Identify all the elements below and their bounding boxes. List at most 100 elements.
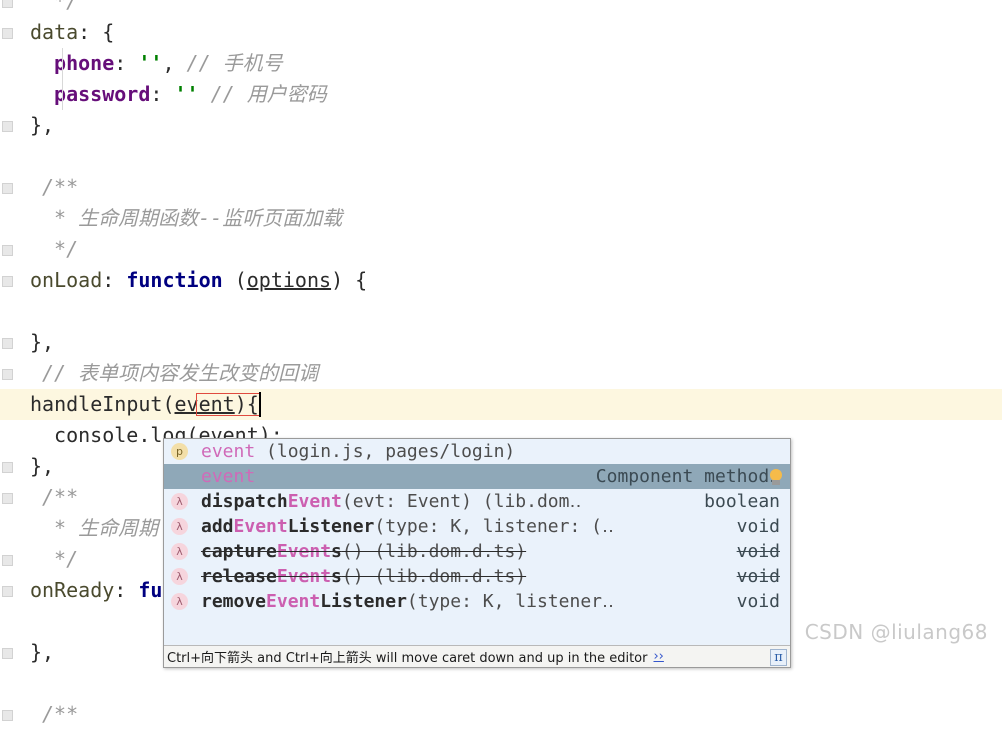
- autocomplete-item-match: Event: [276, 541, 332, 562]
- code-token-punct: {: [102, 20, 115, 44]
- code-token-punct: },: [30, 330, 55, 354]
- autocomplete-item[interactable]: λ dispatchEvent(evt: Event) (lib.dom‥ bool…: [164, 489, 790, 514]
- code-line[interactable]: onReady: fu: [30, 575, 162, 606]
- fold-marker[interactable]: [2, 493, 13, 504]
- text-caret: [259, 392, 262, 417]
- code-line[interactable]: /**: [42, 172, 78, 203]
- autocomplete-item[interactable]: λ captureEvents() (lib.dom.d.ts) void: [164, 539, 790, 564]
- autocomplete-item-name: dispatch: [201, 491, 288, 512]
- code-token-comment: /**: [42, 702, 79, 726]
- lightbulb-icon[interactable]: [768, 469, 784, 487]
- code-line[interactable]: */: [42, 544, 78, 575]
- fold-marker[interactable]: [2, 369, 13, 380]
- code-line[interactable]: },: [30, 451, 54, 482]
- autocomplete-item-name: release: [201, 566, 277, 587]
- autocomplete-item[interactable]: p event (login.js, pages/login): [164, 439, 790, 464]
- code-token-punct: },: [30, 454, 55, 478]
- code-line[interactable]: // 表单项内容发生改变的回调: [42, 358, 318, 389]
- pi-badge-icon[interactable]: π: [770, 649, 787, 666]
- no-icon: [171, 468, 188, 485]
- method-icon: λ: [171, 518, 188, 535]
- code-line[interactable]: * 生命周期: [42, 513, 158, 544]
- code-token-punct: :: [102, 268, 127, 292]
- autocomplete-item-type: boolean: [704, 491, 780, 512]
- autocomplete-item-label: releaseEvents() (lib.dom.d.ts): [201, 564, 737, 589]
- code-token-punct: ) {: [331, 268, 368, 292]
- code-token-punct: },: [30, 640, 55, 664]
- indent-guide: [62, 48, 64, 110]
- autocomplete-item-label: event (login.js, pages/login): [201, 439, 780, 464]
- autocomplete-item-match: Event: [276, 566, 332, 587]
- property-icon: p: [171, 443, 188, 460]
- fold-marker[interactable]: [2, 121, 13, 132]
- editor-gutter[interactable]: [0, 0, 14, 721]
- code-token-comment: */: [42, 237, 79, 261]
- method-icon: λ: [171, 568, 188, 585]
- fold-marker[interactable]: [2, 276, 13, 287]
- autocomplete-item-name-tail: Listener: [320, 591, 407, 612]
- autocomplete-item-signature: () (lib.dom.d.ts): [341, 566, 527, 587]
- code-line[interactable]: },: [30, 327, 54, 358]
- autocomplete-item[interactable]: λ removeEventListener(type: K, listener‥ v…: [164, 589, 790, 614]
- code-token-punct: (: [222, 268, 247, 292]
- code-line[interactable]: },: [30, 110, 54, 141]
- code-line[interactable]: /**: [42, 482, 78, 513]
- code-line[interactable]: },: [30, 637, 54, 668]
- autocomplete-item-name: event: [201, 466, 256, 487]
- autocomplete-item-name: add: [201, 516, 234, 537]
- autocomplete-item-label: captureEvents() (lib.dom.d.ts): [201, 539, 737, 564]
- code-line[interactable]: data: {: [30, 17, 114, 48]
- autocomplete-item-name: capture: [201, 541, 277, 562]
- autocomplete-hint-bar: Ctrl+向下箭头 and Ctrl+向上箭头 will move caret …: [164, 645, 790, 667]
- fold-marker[interactable]: [2, 555, 13, 566]
- code-line[interactable]: password: '' // 用户密码: [54, 79, 327, 110]
- fold-marker[interactable]: [2, 28, 13, 39]
- fold-marker[interactable]: [2, 648, 13, 659]
- code-token-comment: */: [42, 547, 79, 571]
- code-token-key: fu: [138, 578, 163, 602]
- code-line[interactable]: /**: [42, 699, 78, 730]
- autocomplete-item-label: dispatchEvent(evt: Event) (lib.dom‥: [201, 489, 704, 514]
- fold-marker[interactable]: [2, 462, 13, 473]
- code-line[interactable]: * 生命周期函数--监听页面加载: [42, 203, 342, 234]
- code-line[interactable]: */: [42, 234, 78, 265]
- code-token-param: options: [246, 268, 332, 292]
- lightbulb-base: [772, 480, 780, 485]
- fold-marker[interactable]: [2, 183, 13, 194]
- code-token-str: '': [174, 82, 199, 106]
- autocomplete-hint-text: Ctrl+向下箭头 and Ctrl+向上箭头 will move caret …: [167, 651, 648, 666]
- code-line[interactable]: */: [54, 0, 78, 17]
- code-token-comment: /**: [42, 175, 79, 199]
- code-token-field: onReady: [30, 578, 115, 602]
- code-token-comment: // 表单项内容发生改变的回调: [42, 361, 319, 385]
- autocomplete-list[interactable]: p event (login.js, pages/login) event Compo…: [164, 439, 790, 615]
- code-line[interactable]: phone: '', // 手机号: [54, 48, 283, 79]
- autocomplete-item[interactable]: event Component methods: [164, 464, 790, 489]
- autocomplete-item-match: Event: [233, 516, 288, 537]
- code-token-punct: .: [138, 423, 151, 447]
- fold-marker[interactable]: [2, 586, 13, 597]
- autocomplete-item-signature: () (lib.dom.d.ts): [341, 541, 527, 562]
- fold-marker[interactable]: [2, 245, 13, 256]
- method-icon: λ: [171, 543, 188, 560]
- autocomplete-item-type: void: [736, 566, 780, 587]
- autocomplete-hint-more-link[interactable]: ››: [653, 649, 663, 664]
- code-token-comment: * 生命周期: [42, 516, 159, 540]
- autocomplete-item-label: addEventListener(type: K, listener: (‥: [201, 514, 737, 539]
- fold-marker[interactable]: [2, 338, 13, 349]
- code-token-comment: */: [54, 0, 79, 13]
- fold-marker[interactable]: [2, 0, 13, 8]
- code-line[interactable]: onLoad: function (options) {: [30, 265, 367, 296]
- autocomplete-popup[interactable]: p event (login.js, pages/login) event Compo…: [163, 438, 791, 668]
- autocomplete-item-signature: (type: K, listener: (‥: [374, 516, 614, 537]
- code-token-ident: handleInput: [30, 392, 163, 416]
- autocomplete-item[interactable]: λ addEventListener(type: K, listener: (‥ v…: [164, 514, 790, 539]
- autocomplete-item-match: Event: [287, 491, 342, 512]
- autocomplete-item[interactable]: λ releaseEvents() (lib.dom.d.ts) void: [164, 564, 790, 589]
- code-token-comment: // 手机号: [186, 51, 283, 75]
- code-token-str: '': [138, 51, 163, 75]
- autocomplete-item-label: removeEventListener(type: K, listener‥: [201, 589, 737, 614]
- code-token-prop: password: [54, 82, 151, 106]
- fold-marker[interactable]: [2, 710, 13, 721]
- code-token-field: onLoad: [30, 268, 103, 292]
